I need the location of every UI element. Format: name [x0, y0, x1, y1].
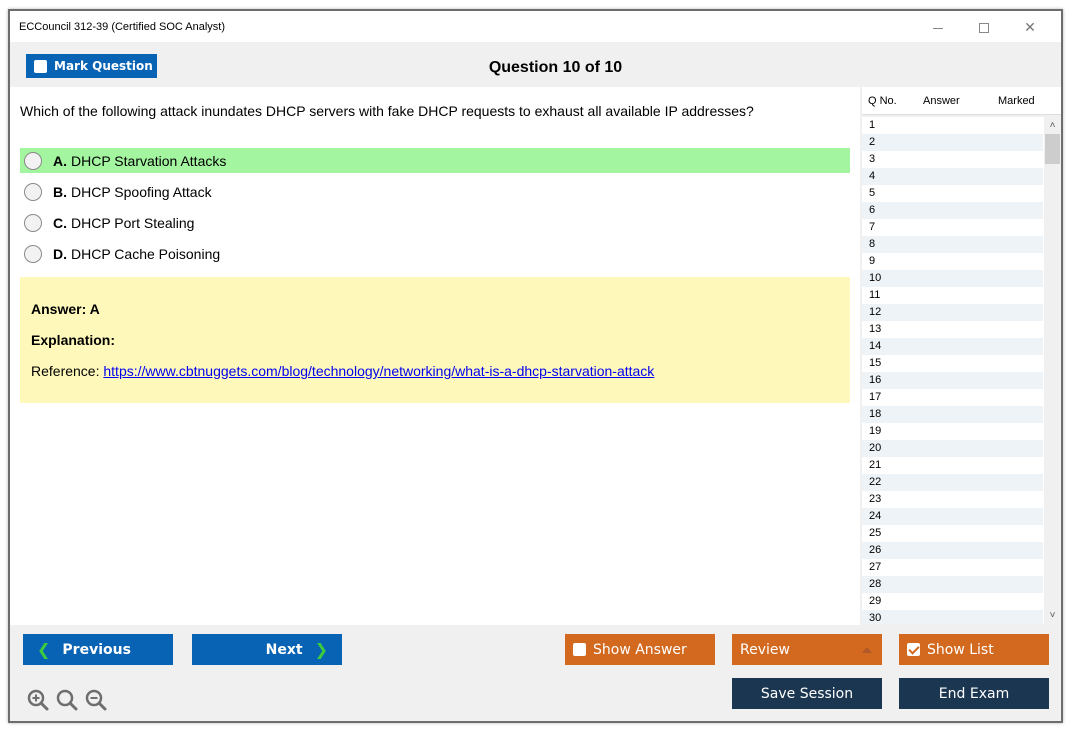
end-exam-label: End Exam	[938, 685, 1010, 702]
option-b-radio[interactable]	[24, 182, 42, 201]
show-list-checkbox[interactable]	[907, 643, 920, 656]
reference-link[interactable]: https://www.cbtnuggets.com/blog/technolo…	[103, 363, 654, 379]
option-text: DHCP Cache Poisoning	[71, 245, 221, 262]
option-letter: B.	[53, 183, 67, 200]
question-list-row[interactable]: 29	[862, 593, 1043, 610]
save-session-label: Save Session	[760, 685, 854, 702]
previous-label: Previous	[62, 641, 131, 658]
reference-prefix: Reference:	[31, 363, 104, 379]
toolbar: Mark Question Question 10 of 10	[10, 42, 1061, 87]
chevron-left-icon: ❮	[37, 640, 51, 659]
question-list: 1 2 3 4 5 6 7 8 9 10 11 12 13 14 15 16 17 18 19 20 21 22 23 24 2…	[862, 117, 1061, 624]
close-icon: ✕	[1024, 19, 1036, 35]
question-list-row[interactable]: 10	[862, 270, 1043, 287]
question-list-row[interactable]: 3	[862, 151, 1043, 168]
title-bar: ECCouncil 312-39 (Certified SOC Analyst)…	[10, 11, 1061, 42]
caret-up-icon	[862, 646, 872, 653]
question-list-row[interactable]: 22	[862, 474, 1043, 491]
question-list-row[interactable]: 25	[862, 525, 1043, 542]
header-answer[interactable]: Answer	[923, 95, 960, 107]
question-list-row[interactable]: 4	[862, 168, 1043, 185]
question-list-row[interactable]: 16	[862, 372, 1043, 389]
question-list-row[interactable]: 19	[862, 423, 1043, 440]
question-list-row[interactable]: 28	[862, 576, 1043, 593]
question-list-header: Q No. Answer Marked	[862, 87, 1061, 115]
zoom-reset-icon[interactable]	[55, 688, 79, 712]
question-list-row[interactable]: 11	[862, 287, 1043, 304]
question-list-row[interactable]: 20	[862, 440, 1043, 457]
question-list-row[interactable]: 13	[862, 321, 1043, 338]
next-label: Next	[265, 641, 303, 658]
reference-line: Reference: https://www.cbtnuggets.com/bl…	[31, 363, 654, 379]
question-list-row[interactable]: 17	[862, 389, 1043, 406]
minimize-icon	[933, 27, 943, 29]
header-qno[interactable]: Q No.	[868, 95, 897, 107]
option-letter: D.	[53, 245, 67, 262]
question-list-rows: 1 2 3 4 5 6 7 8 9 10 11 12 13 14 15 16 17 18 19 20 21 22 23 24 2…	[862, 117, 1061, 624]
close-button[interactable]: ✕	[1007, 15, 1053, 39]
option-letter: C.	[53, 214, 67, 231]
save-session-button[interactable]: Save Session	[732, 678, 882, 709]
answer-label: Answer: A	[31, 301, 100, 317]
question-list-row[interactable]: 1	[862, 117, 1043, 134]
review-dropdown[interactable]: Review	[732, 634, 882, 665]
question-list-row[interactable]: 8	[862, 236, 1043, 253]
question-list-row[interactable]: 12	[862, 304, 1043, 321]
question-text: Which of the following attack inundates …	[20, 103, 754, 119]
option-d[interactable]: D. DHCP Cache Poisoning	[20, 241, 850, 266]
next-button[interactable]: Next ❯	[192, 634, 342, 665]
question-list-row[interactable]: 26	[862, 542, 1043, 559]
chevron-right-icon: ❯	[314, 640, 328, 659]
previous-button[interactable]: ❮ Previous	[23, 634, 173, 665]
question-list-row[interactable]: 2	[862, 134, 1043, 151]
question-list-row[interactable]: 6	[862, 202, 1043, 219]
option-c-radio[interactable]	[24, 213, 42, 232]
question-list-row[interactable]: 21	[862, 457, 1043, 474]
question-panel: Which of the following attack inundates …	[10, 87, 860, 625]
option-d-radio[interactable]	[24, 244, 42, 263]
scroll-up-icon[interactable]: ˄	[1044, 117, 1061, 134]
question-list-row[interactable]: 7	[862, 219, 1043, 236]
header-marked[interactable]: Marked	[998, 95, 1035, 107]
option-a[interactable]: A. DHCP Starvation Attacks	[20, 148, 850, 173]
question-list-row[interactable]: 5	[862, 185, 1043, 202]
show-answer-label: Show Answer	[593, 641, 687, 658]
question-list-row[interactable]: 23	[862, 491, 1043, 508]
option-c[interactable]: C. DHCP Port Stealing	[20, 210, 850, 235]
question-list-row[interactable]: 27	[862, 559, 1043, 576]
maximize-icon	[979, 23, 989, 34]
question-list-row[interactable]: 24	[862, 508, 1043, 525]
show-list-button[interactable]: Show List	[899, 634, 1049, 665]
zoom-controls	[26, 688, 108, 712]
question-list-scrollbar[interactable]: ˄ ˅	[1044, 117, 1061, 624]
end-exam-button[interactable]: End Exam	[899, 678, 1049, 709]
option-a-radio[interactable]	[24, 151, 42, 170]
option-text: DHCP Port Stealing	[71, 214, 195, 231]
zoom-in-icon[interactable]	[26, 688, 50, 712]
question-list-row[interactable]: 15	[862, 355, 1043, 372]
option-b[interactable]: B. DHCP Spoofing Attack	[20, 179, 850, 204]
option-letter: A.	[53, 152, 67, 169]
question-list-row[interactable]: 14	[862, 338, 1043, 355]
scroll-thumb[interactable]	[1045, 134, 1060, 164]
show-answer-checkbox[interactable]	[573, 643, 586, 656]
question-list-row[interactable]: 30	[862, 610, 1043, 624]
review-label: Review	[740, 641, 790, 658]
question-list-panel: Q No. Answer Marked 1 2 3 4 5 6 7 8 9 10 11 12 13 14 1…	[862, 87, 1061, 625]
answer-explanation-box: Answer: A Explanation: Reference: https:…	[20, 277, 850, 403]
question-list-row[interactable]: 18	[862, 406, 1043, 423]
window-title: ECCouncil 312-39 (Certified SOC Analyst)	[19, 21, 226, 33]
maximize-button[interactable]	[961, 15, 1007, 39]
zoom-out-icon[interactable]	[84, 688, 108, 712]
option-text: DHCP Spoofing Attack	[71, 183, 212, 200]
minimize-button[interactable]	[915, 15, 961, 39]
question-list-row[interactable]: 9	[862, 253, 1043, 270]
scroll-down-icon[interactable]: ˅	[1044, 607, 1061, 624]
explanation-label: Explanation:	[31, 332, 116, 348]
show-answer-button[interactable]: Show Answer	[565, 634, 715, 665]
question-counter: Question 10 of 10	[488, 59, 623, 76]
app-window: ECCouncil 312-39 (Certified SOC Analyst)…	[8, 9, 1063, 723]
option-text: DHCP Starvation Attacks	[71, 152, 227, 169]
show-list-label: Show List	[927, 641, 994, 658]
